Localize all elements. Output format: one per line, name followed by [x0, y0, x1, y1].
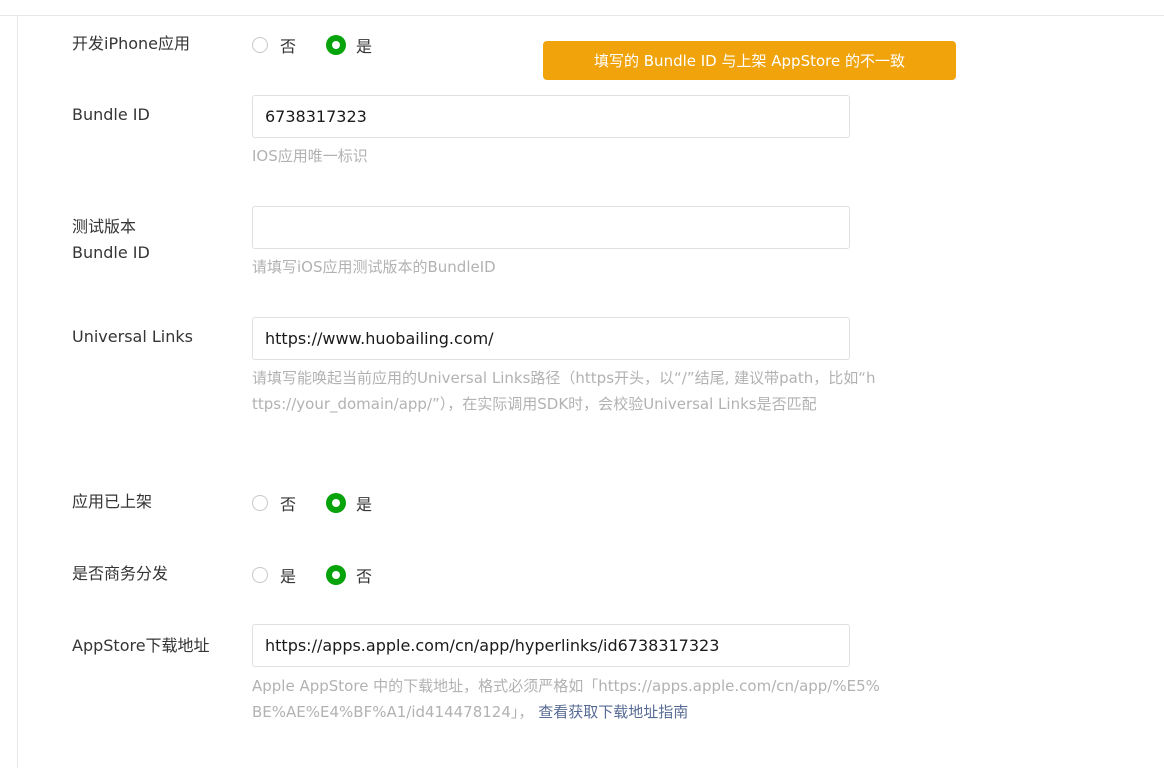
business-distribution-option-yes[interactable]: 是	[252, 563, 296, 587]
universal-links-label: Universal Links	[72, 327, 193, 346]
test-bundle-id-input[interactable]	[252, 206, 850, 249]
radio-checked-icon[interactable]	[326, 493, 347, 513]
radio-label: 否	[280, 37, 297, 56]
radio-checked-icon[interactable]	[326, 565, 347, 585]
appstore-url-input[interactable]	[252, 624, 850, 667]
app-listed-option-no[interactable]: 否	[252, 491, 296, 515]
iphone-app-label: 开发iPhone应用	[72, 34, 191, 53]
radio-checked-icon[interactable]	[326, 35, 347, 55]
test-bundle-id-hint: 请填写iOS应用测试版本的BundleID	[252, 258, 496, 276]
radio-unchecked-icon[interactable]	[252, 37, 268, 53]
radio-label: 是	[280, 567, 297, 586]
business-distribution-label: 是否商务分发	[72, 564, 169, 583]
error-toast: 填写的 Bundle ID 与上架 AppStore 的不一致	[543, 41, 956, 80]
error-toast-message: 填写的 Bundle ID 与上架 AppStore 的不一致	[594, 52, 905, 70]
download-guide-link[interactable]: 查看获取下载地址指南	[538, 703, 688, 721]
appstore-url-hint: Apple AppStore 中的下载地址，格式必须严格如「https://ap…	[252, 673, 880, 725]
top-divider	[0, 15, 1164, 16]
universal-links-input[interactable]	[252, 317, 850, 360]
app-config-form: 填写的 Bundle ID 与上架 AppStore 的不一致 开发iPhone…	[0, 0, 1164, 768]
radio-label: 是	[356, 495, 373, 514]
bundle-id-label: Bundle ID	[72, 105, 150, 124]
universal-links-hint: 请填写能唤起当前应用的Universal Links路径（https开头，以“/…	[252, 369, 876, 413]
test-bundle-id-label: 测试版本 Bundle ID	[72, 217, 150, 262]
radio-label: 否	[356, 567, 373, 586]
radio-label: 是	[356, 37, 373, 56]
left-divider	[17, 16, 18, 768]
bundle-id-hint: IOS应用唯一标识	[252, 147, 368, 165]
app-listed-label: 应用已上架	[72, 492, 153, 511]
iphone-app-option-yes[interactable]: 是	[326, 33, 373, 57]
iphone-app-radio-group: 否 是	[252, 33, 404, 57]
appstore-url-label: AppStore下载地址	[72, 636, 210, 655]
iphone-app-option-no[interactable]: 否	[252, 33, 296, 57]
radio-unchecked-icon[interactable]	[252, 495, 268, 511]
radio-unchecked-icon[interactable]	[252, 567, 268, 583]
radio-label: 否	[280, 495, 297, 514]
bundle-id-input[interactable]	[252, 95, 850, 138]
business-distribution-option-no[interactable]: 否	[326, 563, 373, 587]
app-listed-option-yes[interactable]: 是	[326, 491, 373, 515]
business-distribution-radio-group: 是 否	[252, 563, 404, 587]
app-listed-radio-group: 否 是	[252, 491, 404, 515]
